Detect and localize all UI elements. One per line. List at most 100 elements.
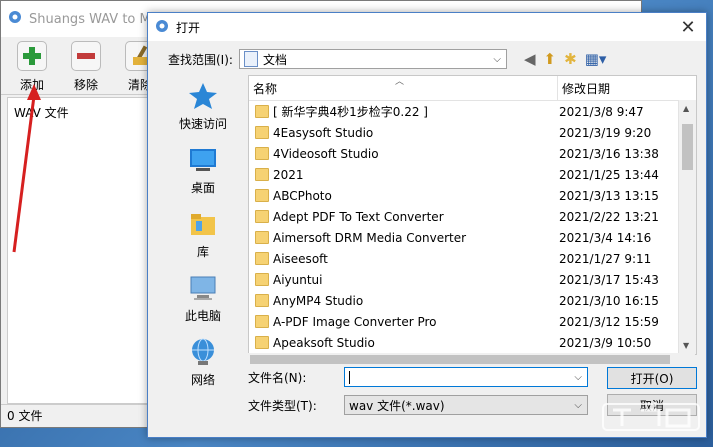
add-button[interactable]: 添加 — [11, 37, 53, 94]
dialog-gear-icon — [154, 18, 170, 37]
horizontal-scrollbar[interactable] — [248, 353, 695, 366]
filetype-select[interactable]: wav 文件(*.wav) ⌵ — [344, 395, 588, 415]
view-menu-icon[interactable]: ▦▾ — [585, 50, 607, 68]
file-row[interactable]: AnyMP4 Studio 2021/3/10 16:15 — [249, 290, 696, 311]
filetype-value: wav 文件(*.wav) — [349, 398, 445, 413]
column-date[interactable]: 修改日期 — [558, 76, 696, 100]
computer-icon — [190, 276, 216, 300]
chevron-down-icon: ⌵ — [493, 54, 501, 65]
horizontal-scrollbar-thumb[interactable] — [250, 355, 670, 364]
file-row[interactable]: ABCPhoto 2021/3/13 13:15 — [249, 185, 696, 206]
file-name: Aiyuntui — [273, 272, 323, 287]
folder-icon — [255, 252, 269, 265]
place-label: 桌面 — [190, 181, 215, 195]
open-button[interactable]: 打开(O) — [607, 367, 697, 389]
filename-label: 文件名(N): — [248, 370, 307, 385]
back-icon[interactable]: ◀ — [524, 50, 536, 68]
file-row[interactable]: 4Videosoft Studio 2021/3/16 13:38 — [249, 143, 696, 164]
app-title: Shuangs WAV to MP — [29, 11, 159, 27]
sort-ascending-icon: ︿ — [395, 77, 405, 87]
folder-icon — [255, 315, 269, 328]
place-label: 快速访问 — [178, 117, 227, 131]
file-name: Adept PDF To Text Converter — [273, 209, 444, 224]
file-row[interactable]: Adept PDF To Text Converter 2021/2/22 13:… — [249, 206, 696, 227]
watermark — [601, 400, 701, 441]
dialog-title: 打开 — [176, 20, 201, 35]
remove-icon — [71, 41, 101, 71]
scroll-up-icon[interactable]: ▲ — [683, 104, 689, 113]
place-this-pc[interactable]: 此电脑 — [158, 269, 248, 333]
remove-label: 移除 — [73, 78, 98, 92]
file-name: 4Videosoft Studio — [273, 146, 379, 161]
scroll-down-icon[interactable]: ▼ — [683, 341, 689, 350]
scrollbar-thumb[interactable] — [682, 124, 693, 170]
add-label: 添加 — [19, 78, 44, 92]
folder-icon — [255, 147, 269, 160]
look-in-value: 文档 — [262, 52, 287, 67]
place-label: 网络 — [190, 373, 215, 387]
folder-icon — [255, 210, 269, 223]
new-folder-icon[interactable]: ✱ — [564, 50, 577, 68]
file-name: AnyMP4 Studio — [273, 293, 364, 308]
look-in-select[interactable]: 文档 ⌵ — [238, 49, 507, 69]
file-name: 4Easysoft Studio — [273, 125, 374, 140]
file-row[interactable]: 4Easysoft Studio 2021/3/19 9:20 — [249, 122, 696, 143]
file-date: 2021/3/17 15:43 — [559, 272, 659, 287]
file-name: Aimersoft DRM Media Converter — [273, 230, 467, 245]
close-icon[interactable]: ✕ — [670, 13, 706, 41]
folder-icon — [255, 273, 269, 286]
place-label: 库 — [196, 245, 209, 259]
place-desktop[interactable]: 桌面 — [158, 141, 248, 205]
file-date: 2021/3/13 13:15 — [559, 188, 659, 203]
file-name: ABCPhoto — [273, 188, 332, 203]
document-folder-icon — [243, 51, 258, 67]
vertical-scrollbar[interactable]: ▲ ▼ — [678, 100, 696, 354]
file-row[interactable]: Aiyuntui 2021/3/17 15:43 — [249, 269, 696, 290]
chevron-down-icon[interactable]: ⌵ — [574, 372, 582, 383]
place-network[interactable]: 网络 — [158, 333, 248, 397]
file-date: 2021/3/12 15:59 — [559, 314, 659, 329]
folder-icon — [255, 105, 269, 118]
status-bar: 0 文件 — [1, 404, 147, 427]
remove-button[interactable]: 移除 — [65, 37, 107, 94]
file-date: 2021/1/27 9:11 — [559, 251, 652, 266]
folder-icon — [255, 294, 269, 307]
file-date: 2021/3/19 9:20 — [559, 125, 652, 140]
folder-icon — [255, 231, 269, 244]
places-bar: 快速访问 桌面 库 此电脑 网络 — [158, 77, 248, 387]
file-row[interactable]: 2021 2021/1/25 13:44 — [249, 164, 696, 185]
up-folder-icon[interactable]: ⬆ — [544, 50, 557, 68]
desktop-icon — [190, 149, 216, 171]
file-date: 2021/3/16 13:38 — [559, 146, 659, 161]
file-row[interactable]: Aimersoft DRM Media Converter 2021/3/4 14… — [249, 227, 696, 248]
place-library[interactable]: 库 — [158, 205, 248, 269]
file-row[interactable]: Apeaksoft Studio 2021/3/9 10:50 — [249, 332, 696, 353]
app-gear-icon — [7, 9, 23, 29]
file-date: 2021/3/4 14:16 — [559, 230, 652, 245]
folder-icon — [255, 189, 269, 202]
file-name: A-PDF Image Converter Pro — [273, 314, 437, 329]
file-row[interactable]: A-PDF Image Converter Pro 2021/3/12 15:59 — [249, 311, 696, 332]
network-icon — [192, 338, 214, 365]
chevron-down-icon: ⌵ — [574, 400, 582, 411]
look-in-label: 查找范围(I): — [168, 52, 233, 67]
file-date: 2021/2/22 13:21 — [559, 209, 659, 224]
dialog-titlebar: 打开 — [148, 13, 706, 41]
file-row[interactable]: [ 新华字典4秒1步检字0.22 ] 2021/3/8 9:47 — [249, 101, 696, 122]
open-dialog: 打开 ✕ 查找范围(I): 文档 ⌵ ◀ ⬆ ✱ ▦▾ 快速访问 桌面 库 此电… — [147, 12, 707, 438]
file-row[interactable]: Aiseesoft 2021/1/27 9:11 — [249, 248, 696, 269]
filename-input[interactable]: ⌵ — [344, 367, 588, 387]
file-list[interactable]: ︿ 名称 修改日期 [ 新华字典4秒1步检字0.22 ] 2021/3/8 9:4… — [248, 75, 697, 355]
file-name: Apeaksoft Studio — [273, 335, 375, 350]
library-icon — [191, 214, 215, 235]
place-quick-access[interactable]: 快速访问 — [158, 77, 248, 141]
file-date: 2021/3/10 16:15 — [559, 293, 659, 308]
filetype-label: 文件类型(T): — [248, 398, 317, 413]
place-label: 此电脑 — [184, 309, 221, 323]
add-icon — [17, 41, 47, 71]
folder-icon — [255, 336, 269, 349]
folder-icon — [255, 168, 269, 181]
file-date: 2021/3/9 10:50 — [559, 335, 652, 350]
folder-icon — [255, 126, 269, 139]
file-name: Aiseesoft — [273, 251, 328, 266]
